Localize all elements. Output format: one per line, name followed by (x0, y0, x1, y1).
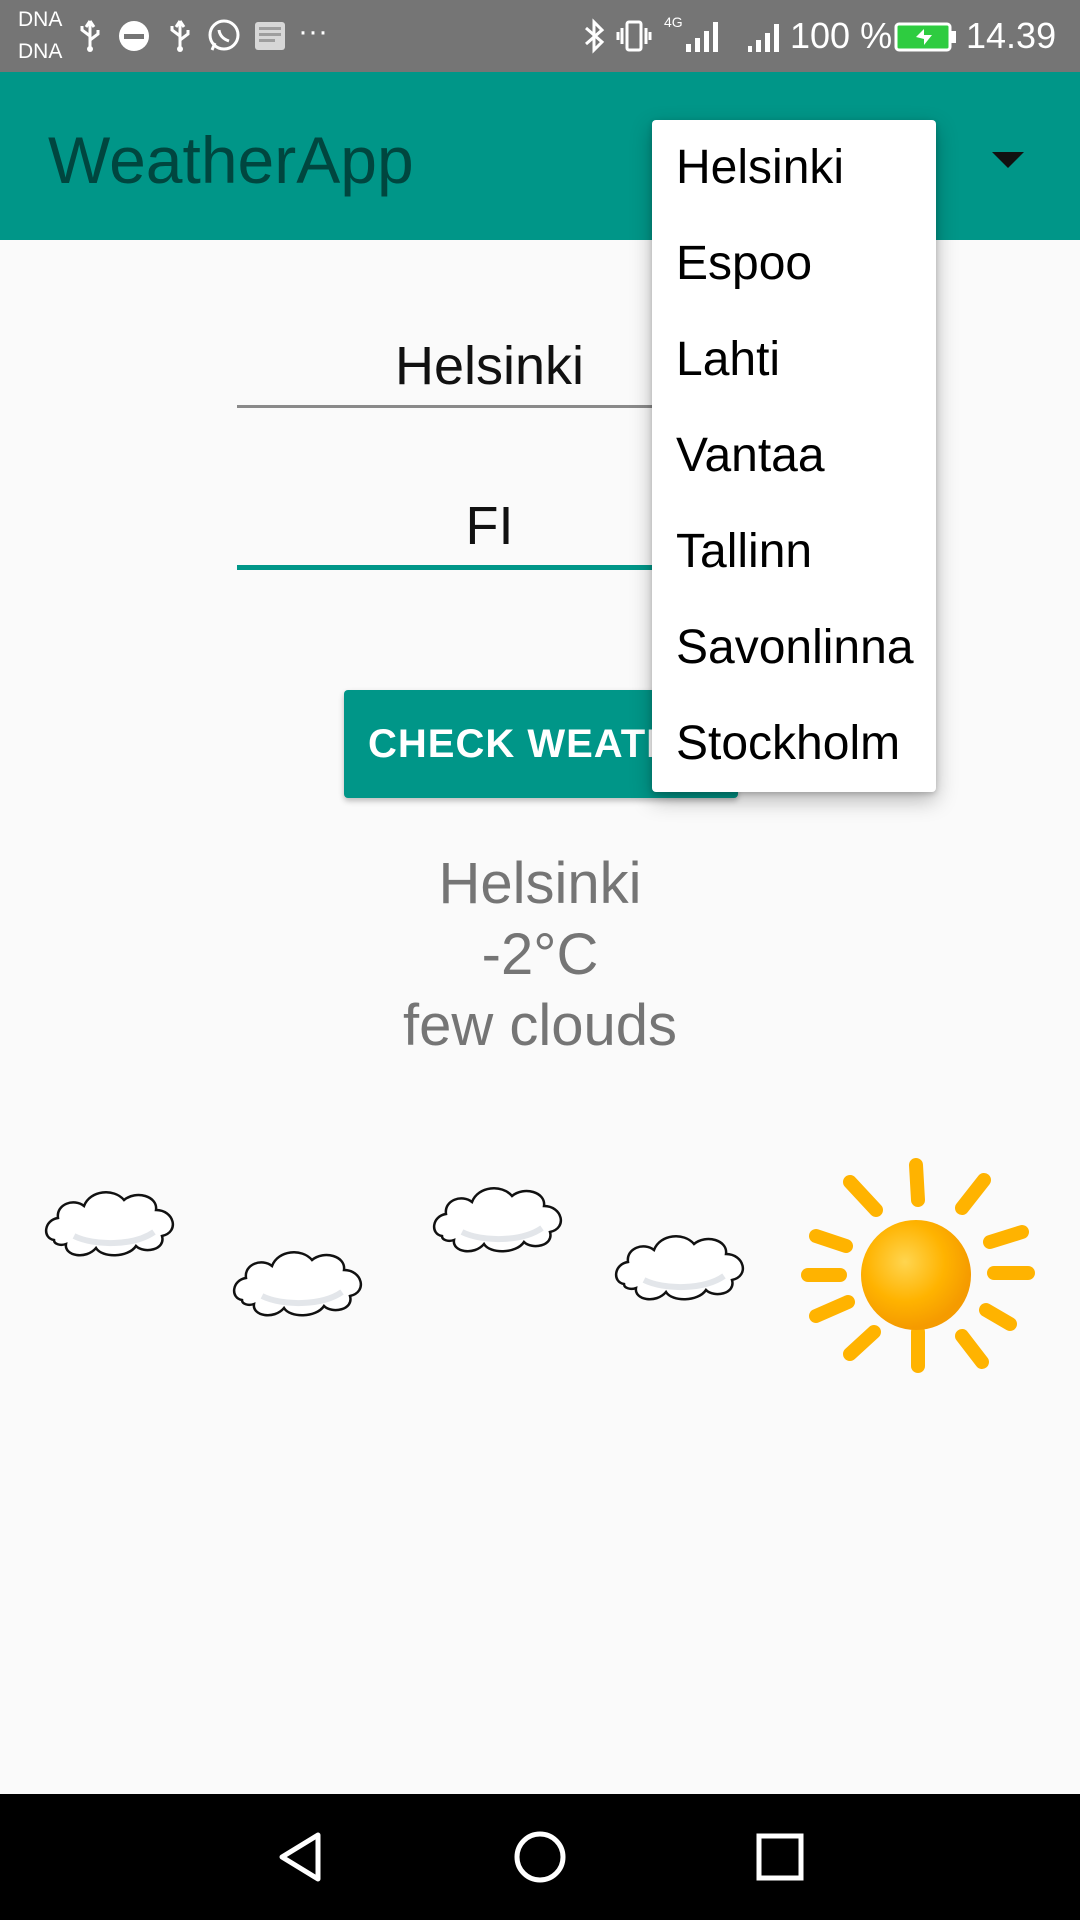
back-icon[interactable] (270, 1827, 330, 1887)
cloud-icon (434, 1188, 561, 1251)
bluetooth-icon (585, 18, 605, 54)
network-type-label: 4G (664, 14, 683, 30)
clock: 14.39 (966, 15, 1057, 56)
dropdown-item-lahti[interactable]: Lahti (676, 312, 936, 408)
cloud-icon (234, 1252, 361, 1315)
dropdown-item-vantaa[interactable]: Vantaa (676, 408, 936, 504)
more-notifications-indicator: ··· (298, 15, 328, 48)
weather-result: Helsinki -2°C few clouds (240, 848, 840, 1061)
signal-icon (686, 22, 718, 52)
cloud-icon (46, 1192, 173, 1255)
usb-icon (80, 20, 100, 52)
result-city: Helsinki (438, 851, 642, 916)
sun-icon (801, 1158, 1035, 1373)
carrier-label: DNA (18, 8, 63, 31)
dropdown-item-stockholm[interactable]: Stockholm (676, 696, 936, 792)
navigation-bar (0, 1794, 1080, 1920)
home-icon[interactable] (510, 1827, 570, 1887)
recents-icon[interactable] (750, 1827, 810, 1887)
battery-percent: 100 % (790, 15, 893, 56)
usb-icon (170, 20, 190, 52)
carrier-label: DNA (18, 40, 63, 63)
dropdown-item-espoo[interactable]: Espoo (676, 216, 936, 312)
result-temperature: -2°C (481, 922, 599, 987)
dropdown-item-tallinn[interactable]: Tallinn (676, 504, 936, 600)
whatsapp-icon (208, 19, 240, 51)
vibrate-icon (616, 20, 652, 52)
city-dropdown-menu: Helsinki Espoo Lahti Vantaa Tallinn Savo… (652, 120, 936, 792)
dropdown-arrow-icon[interactable] (992, 152, 1024, 168)
dropdown-item-savonlinna[interactable]: Savonlinna (676, 600, 936, 696)
result-description: few clouds (402, 993, 678, 1058)
data-saver-icon (119, 21, 149, 51)
signal-icon (748, 24, 779, 52)
dropdown-item-helsinki[interactable]: Helsinki (676, 120, 936, 216)
cloud-icon (616, 1236, 743, 1299)
app-title: WeatherApp (48, 123, 414, 197)
weather-illustration (0, 1158, 1035, 1373)
status-bar: DNA DNA ··· 4G 100 % 14.39 (0, 0, 1080, 72)
bible-app-icon (255, 22, 285, 50)
battery-charging-icon (894, 22, 956, 52)
